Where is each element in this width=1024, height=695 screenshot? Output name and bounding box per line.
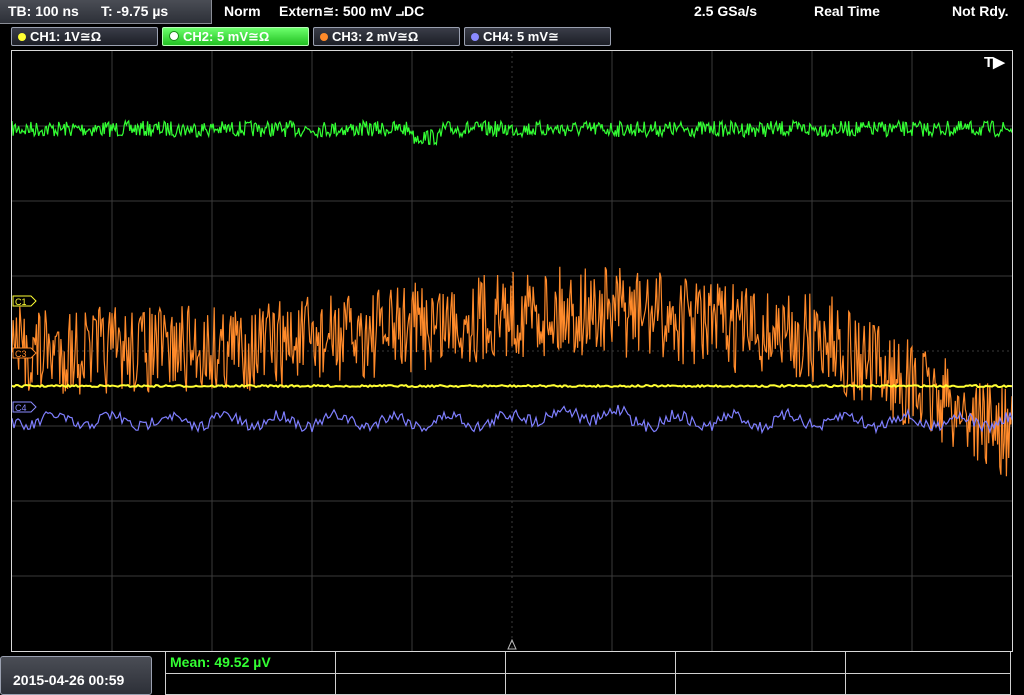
timebase-box[interactable]: TB: 100 ns T: -9.75 µs (0, 0, 212, 24)
measurement-cell[interactable] (505, 652, 676, 674)
tab-ch2[interactable]: CH2: 5 mV≅Ω (162, 27, 309, 46)
ch1-dot-icon (18, 33, 26, 41)
waveform-display[interactable]: C1 C3 C4 T▶ (11, 50, 1013, 652)
trigger-mode[interactable]: Norm (224, 3, 261, 19)
c4-marker-label: C4 (15, 403, 27, 413)
status-bar: TB: 100 ns T: -9.75 µs Norm Extern≅: 500… (0, 0, 1024, 24)
trigger-position-marker[interactable]: T▶ (984, 54, 1006, 71)
c4-level-marker[interactable]: C4 (12, 401, 37, 413)
trigger-source[interactable]: Extern≅: 500 mV ⨼DC (279, 3, 424, 20)
ch4-label: CH4: 5 mV≅ (483, 29, 559, 44)
ch2-label: CH2: 5 mV≅Ω (183, 29, 270, 44)
c1-marker-label: C1 (15, 297, 27, 307)
ch1-label: CH1: 1V≅Ω (30, 29, 102, 44)
ch3-label: CH3: 2 mV≅Ω (332, 29, 419, 44)
ch4-dot-icon (471, 33, 479, 41)
measurement-cell[interactable] (675, 673, 846, 695)
sample-rate: 2.5 GSa/s (694, 3, 758, 19)
measurement-cell[interactable] (505, 673, 676, 695)
c3-marker-label: C3 (15, 349, 27, 359)
waveform-canvas: C1 C3 C4 T▶ (12, 51, 1012, 651)
datetime-readout: 2015-04-26 00:59 (13, 672, 125, 688)
trigger-time-readout: T: -9.75 µs (101, 3, 169, 19)
measurement-cell[interactable] (675, 652, 846, 674)
measurement-cell-mean[interactable]: Mean: 49.52 µV (165, 652, 336, 674)
measurement-panel[interactable]: Mean: 49.52 µV (165, 652, 1011, 695)
measurement-cell[interactable] (845, 652, 1011, 674)
datetime-box: 2015-04-26 00:59 (0, 656, 152, 695)
acquisition-state: Not Rdy. (952, 3, 1009, 19)
measurement-cell[interactable] (335, 673, 506, 695)
ch4-trace (12, 404, 1012, 435)
tab-ch4[interactable]: CH4: 5 mV≅ (464, 27, 611, 46)
timebase-readout: TB: 100 ns (8, 3, 79, 19)
ch2-dot-icon (169, 31, 179, 41)
ch3-dot-icon (320, 33, 328, 41)
tab-ch3[interactable]: CH3: 2 mV≅Ω (313, 27, 460, 46)
c1-level-marker[interactable]: C1 (12, 295, 37, 307)
measurement-cell[interactable] (845, 673, 1011, 695)
tab-ch1[interactable]: CH1: 1V≅Ω (11, 27, 158, 46)
acquisition-mode: Real Time (814, 3, 880, 19)
mean-measurement: Mean: 49.52 µV (170, 654, 271, 670)
measurement-cell[interactable] (335, 652, 506, 674)
measurement-cell[interactable] (165, 673, 336, 695)
channel-bar: CH1: 1V≅Ω CH2: 5 mV≅Ω CH3: 2 mV≅Ω CH4: 5… (0, 24, 1024, 48)
